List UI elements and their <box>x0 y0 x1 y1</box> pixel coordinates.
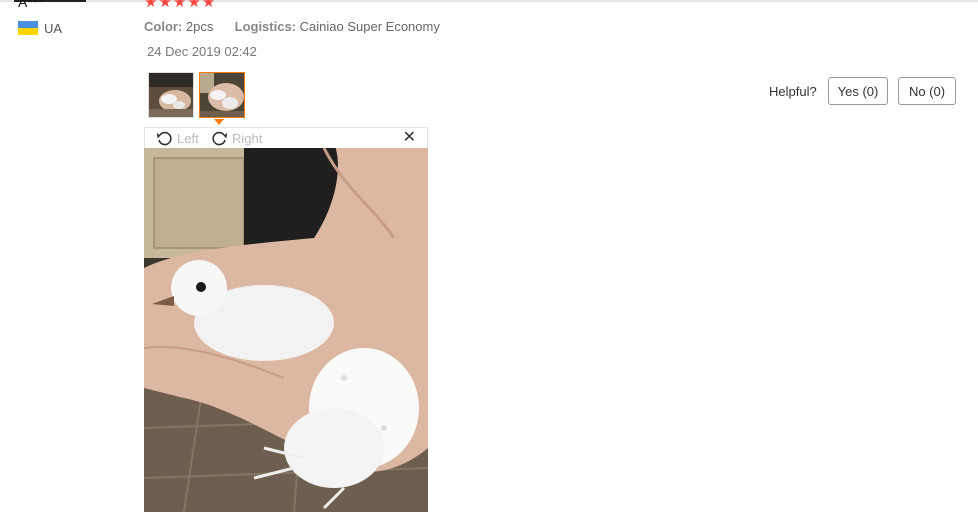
image-viewer-toolbar: Left Right ✕ <box>144 127 428 148</box>
color-label: Color: <box>144 19 183 34</box>
logistics-label: Logistics: <box>234 19 297 34</box>
rotate-right-label: Right <box>232 130 263 146</box>
country-code: UA <box>44 20 63 36</box>
star-icon: ★ <box>187 0 201 11</box>
active-thumb-caret-icon <box>214 119 224 125</box>
ukraine-flag-icon <box>18 21 38 35</box>
rotate-left-button[interactable]: Left <box>156 129 199 147</box>
logistics-value: Cainiao Super Economy <box>299 19 440 34</box>
review-date: 24 Dec 2019 02:42 <box>147 44 257 59</box>
star-rating: ★ ★ ★ ★ ★ <box>144 0 215 10</box>
reviewer-name: A*** <box>18 0 44 10</box>
star-icon: ★ <box>144 0 158 11</box>
rotate-left-label: Left <box>177 130 199 146</box>
reviewer-country: UA <box>18 20 62 36</box>
color-value: 2pcs <box>185 19 214 34</box>
helpful-label: Helpful? <box>769 84 817 99</box>
star-icon: ★ <box>201 0 216 11</box>
star-icon: ★ <box>158 0 172 11</box>
order-meta: Color: 2pcs Logistics: Cainiao Super Eco… <box>144 19 440 34</box>
rotate-left-icon <box>156 130 173 147</box>
review-photo-large <box>144 148 428 512</box>
helpful-yes-button[interactable]: Yes (0) <box>828 77 888 105</box>
rotate-right-button[interactable]: Right <box>211 129 262 147</box>
helpful-no-button[interactable]: No (0) <box>898 77 956 105</box>
close-viewer-icon[interactable]: ✕ <box>403 129 416 147</box>
review-item: A*** UA ★ ★ ★ ★ ★ Color: 2pcs Logistics:… <box>0 0 978 512</box>
rotate-right-icon <box>211 130 228 147</box>
thumb-photo-2[interactable] <box>199 72 245 118</box>
star-icon: ★ <box>172 0 187 11</box>
thumb-photo-1[interactable] <box>148 72 194 118</box>
